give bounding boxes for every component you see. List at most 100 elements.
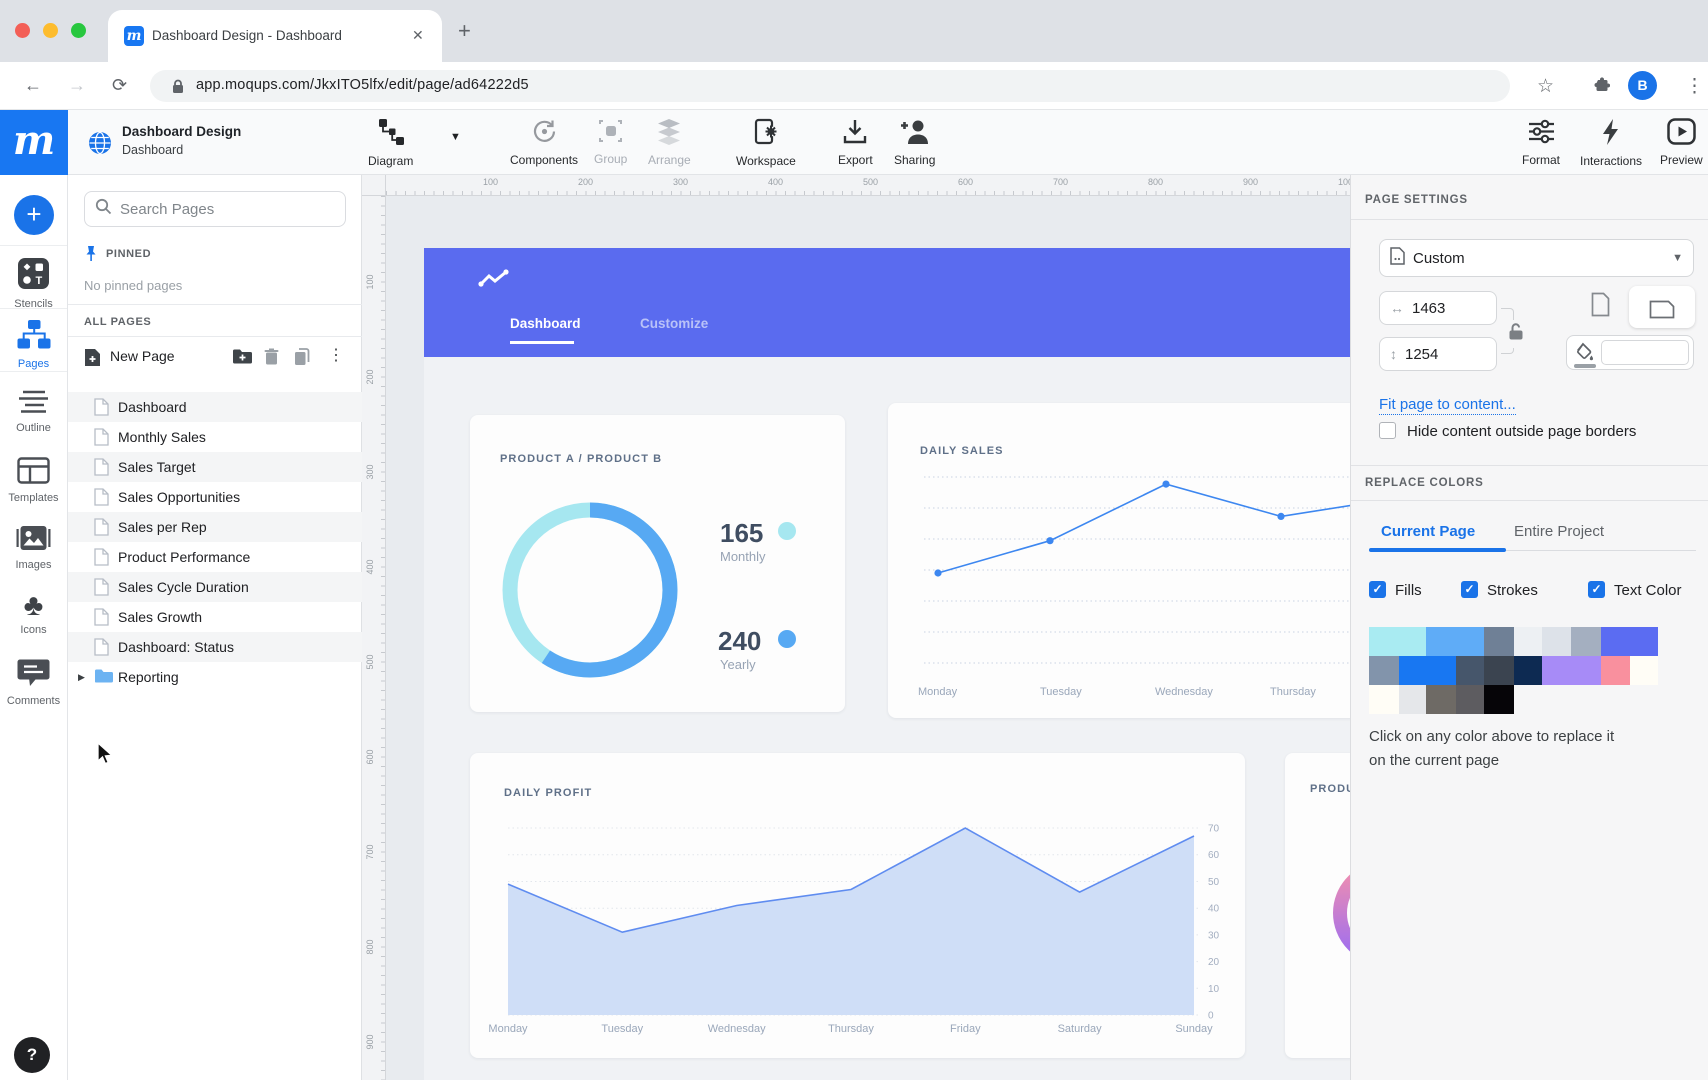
product-donut-card[interactable]: PRODUCT A / PRODUCT B 165 Monthly 240 Ye… xyxy=(470,415,845,712)
folder-list-item[interactable]: ▶Reporting xyxy=(68,662,362,692)
sidebar-item-templates[interactable]: Templates xyxy=(0,457,67,504)
sidebar-item-icons[interactable]: ♣ Icons xyxy=(0,591,67,636)
mockup-tab-dashboard[interactable]: Dashboard xyxy=(510,316,581,331)
daily-sales-card[interactable]: DAILY SALES MondayTuesdayWednesdayThursd… xyxy=(888,403,1350,718)
extensions-puzzle-icon[interactable] xyxy=(1592,77,1610,100)
hide-content-checkbox[interactable] xyxy=(1379,422,1396,439)
color-swatch[interactable] xyxy=(1630,656,1658,685)
color-swatch[interactable] xyxy=(1399,656,1456,685)
export-button[interactable]: Export xyxy=(838,118,873,167)
workspace-button[interactable]: Workspace xyxy=(736,118,796,168)
chrome-menu-kebab-icon[interactable]: ⋮ xyxy=(1685,75,1704,98)
mockup-tab-customize[interactable]: Customize xyxy=(640,316,708,331)
window-zoom-button[interactable] xyxy=(71,23,86,38)
search-pages-input[interactable]: Search Pages xyxy=(84,191,346,227)
color-swatch[interactable] xyxy=(1601,656,1630,685)
strokes-checkbox[interactable]: ✓ xyxy=(1461,581,1478,598)
new-page-icon[interactable] xyxy=(84,348,101,372)
forward-icon[interactable]: → xyxy=(68,75,86,96)
fills-label: Fills xyxy=(1395,582,1422,599)
color-swatch[interactable] xyxy=(1369,685,1399,714)
delete-page-icon[interactable] xyxy=(264,348,279,370)
color-swatch[interactable] xyxy=(1542,656,1601,685)
tab-current-page[interactable]: Current Page xyxy=(1381,523,1475,540)
color-swatch[interactable] xyxy=(1484,685,1514,714)
color-swatch[interactable] xyxy=(1514,627,1542,656)
color-swatch[interactable] xyxy=(1426,685,1456,714)
globe-icon[interactable] xyxy=(88,131,112,160)
color-swatch[interactable] xyxy=(1601,627,1658,656)
color-swatch[interactable] xyxy=(1456,685,1484,714)
aspect-lock-icon[interactable] xyxy=(1508,320,1525,348)
components-button[interactable]: Components xyxy=(510,118,578,167)
sharing-button[interactable]: Sharing xyxy=(894,118,935,167)
profile-avatar[interactable]: B xyxy=(1628,71,1657,100)
page-list-item[interactable]: Dashboard: Status xyxy=(68,632,362,662)
new-page-label[interactable]: New Page xyxy=(110,348,175,364)
window-close-button[interactable] xyxy=(15,23,30,38)
bookmark-star-icon[interactable]: ☆ xyxy=(1537,75,1554,98)
format-button[interactable]: Format xyxy=(1522,118,1560,167)
page-list-item[interactable]: Sales per Rep xyxy=(68,512,362,542)
page-height-input[interactable]: ↕ 1254 xyxy=(1379,337,1497,371)
duplicate-page-icon[interactable] xyxy=(294,348,310,371)
color-swatch[interactable] xyxy=(1542,627,1571,656)
landscape-orientation-button[interactable] xyxy=(1629,286,1695,328)
group-button[interactable]: Group xyxy=(594,118,627,166)
color-swatch[interactable] xyxy=(1484,627,1514,656)
sidebar-item-stencils[interactable]: T Stencils xyxy=(0,257,67,310)
sidebar-item-comments[interactable]: Comments xyxy=(0,658,67,707)
page-list-item[interactable]: Sales Opportunities xyxy=(68,482,362,512)
new-tab-button[interactable]: + xyxy=(458,22,471,40)
tab-entire-project[interactable]: Entire Project xyxy=(1514,523,1604,540)
color-swatch[interactable] xyxy=(1369,627,1426,656)
page-size-preset-select[interactable]: Custom ▼ xyxy=(1379,239,1694,277)
interactions-button[interactable]: Interactions xyxy=(1580,118,1642,168)
color-swatch[interactable] xyxy=(1426,627,1484,656)
page-list-item[interactable]: Product Performance xyxy=(68,542,362,572)
add-new-button[interactable]: + xyxy=(14,195,54,235)
portrait-orientation-icon[interactable] xyxy=(1591,292,1610,322)
text-color-checkbox[interactable]: ✓ xyxy=(1588,581,1605,598)
editor-canvas[interactable]: 1002003004005006007008009001000 10020030… xyxy=(362,175,1350,1080)
fit-page-to-content-link[interactable]: Fit page to content... xyxy=(1379,396,1516,415)
color-swatch[interactable] xyxy=(1571,627,1601,656)
pages-kebab-menu-icon[interactable]: ⋮ xyxy=(328,345,344,365)
browser-tab[interactable]: m Dashboard Design - Dashboard ✕ xyxy=(108,10,442,62)
page-list-item[interactable]: Dashboard xyxy=(68,392,362,422)
back-icon[interactable]: ← xyxy=(24,75,42,96)
color-swatch[interactable] xyxy=(1514,656,1542,685)
new-folder-icon[interactable] xyxy=(232,348,252,369)
tab-close-icon[interactable]: ✕ xyxy=(412,27,424,44)
help-button[interactable]: ? xyxy=(14,1037,50,1073)
partial-product-card[interactable]: PRODU xyxy=(1285,753,1350,1058)
page-list-item[interactable]: Sales Target xyxy=(68,452,362,482)
sidebar-item-images[interactable]: Images xyxy=(0,525,67,571)
window-minimize-button[interactable] xyxy=(43,23,58,38)
fills-checkbox[interactable]: ✓ xyxy=(1369,581,1386,598)
page-list-item[interactable]: Sales Growth xyxy=(68,602,362,632)
project-title-block[interactable]: Dashboard Design Dashboard xyxy=(122,124,241,157)
page-fill-color-control[interactable] xyxy=(1566,335,1694,370)
moqups-logo[interactable]: m xyxy=(0,110,68,175)
arrange-button[interactable]: Arrange xyxy=(648,118,691,167)
reload-icon[interactable]: ⟳ xyxy=(112,75,127,96)
sidebar-item-outline[interactable]: Outline xyxy=(0,389,67,434)
page-list-item[interactable]: Sales Cycle Duration xyxy=(68,572,362,602)
mockup-header-bar[interactable]: Dashboard Customize xyxy=(424,248,1350,357)
fill-color-value-input[interactable] xyxy=(1601,340,1689,365)
color-swatch[interactable] xyxy=(1369,656,1399,685)
diagram-tool-button[interactable]: Diagram xyxy=(368,118,413,168)
color-swatch[interactable] xyxy=(1456,656,1484,685)
address-bar[interactable]: app.moqups.com/JkxITO5lfx/edit/page/ad64… xyxy=(150,70,1510,102)
preview-button[interactable]: Preview xyxy=(1660,118,1703,167)
page-list-item[interactable]: Monthly Sales xyxy=(68,422,362,452)
diagram-dropdown-caret-icon[interactable]: ▼ xyxy=(450,131,461,143)
sidebar-item-pages[interactable]: Pages xyxy=(0,319,67,370)
folder-expand-caret-icon[interactable]: ▶ xyxy=(78,672,85,683)
page-width-input[interactable]: ↔ 1463 xyxy=(1379,291,1497,325)
color-swatch[interactable] xyxy=(1399,685,1426,714)
daily-profit-card[interactable]: DAILY PROFIT 706050403020100MondayTuesda… xyxy=(470,753,1245,1058)
color-swatch[interactable] xyxy=(1484,656,1514,685)
page-file-icon xyxy=(94,488,109,511)
